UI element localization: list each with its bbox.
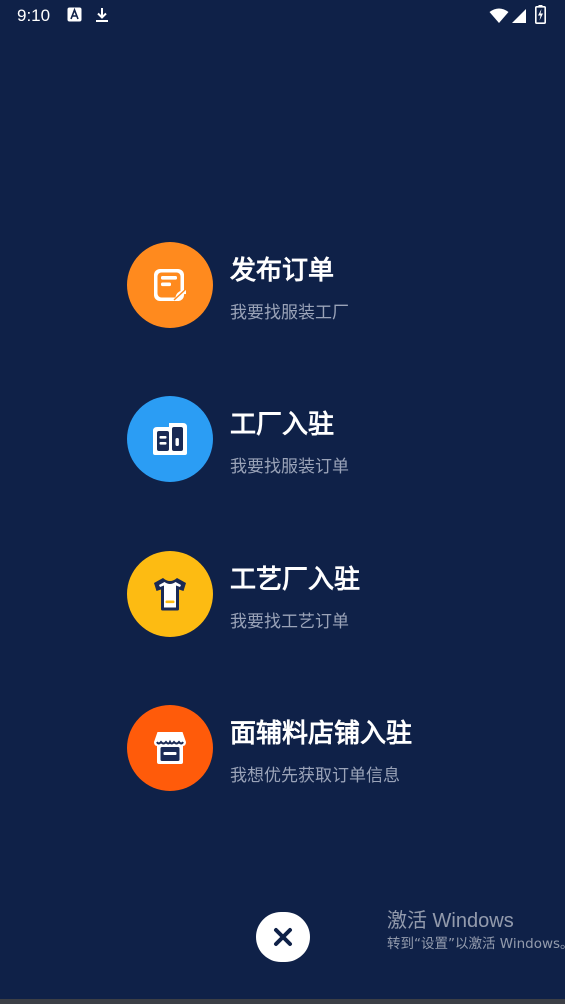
menu-item-craft-factory-join[interactable]: 工艺厂入驻 我要找工艺订单 bbox=[127, 551, 457, 639]
menu-item-fabric-store-join[interactable]: 面辅料店铺入驻 我想优先获取订单信息 bbox=[127, 705, 457, 793]
tshirt-icon bbox=[127, 551, 213, 637]
status-time: 9:10 bbox=[17, 6, 51, 25]
menu-item-title: 工厂入驻 bbox=[230, 410, 335, 440]
menu-item-factory-join[interactable]: 工厂入驻 我要找服装订单 bbox=[127, 396, 457, 484]
order-icon bbox=[127, 242, 213, 328]
menu-item-title: 工艺厂入驻 bbox=[230, 565, 361, 595]
a-notification-icon bbox=[67, 7, 82, 26]
menu-item-subtitle: 我要找服装订单 bbox=[230, 457, 349, 477]
menu-item-subtitle: 我要找工艺订单 bbox=[230, 612, 349, 632]
download-icon bbox=[94, 7, 110, 27]
status-bar: 9:10 bbox=[0, 0, 565, 32]
store-icon bbox=[127, 705, 213, 791]
activate-windows-hint: 转到“设置”以激活 Windows。 bbox=[387, 936, 565, 952]
battery-charging-icon bbox=[535, 5, 546, 28]
menu-item-title: 面辅料店铺入驻 bbox=[230, 719, 413, 749]
menu-item-title: 发布订单 bbox=[230, 256, 335, 286]
close-icon bbox=[274, 928, 292, 946]
menu-item-publish-order[interactable]: 发布订单 我要找服装工厂 bbox=[127, 242, 457, 330]
menu-item-subtitle: 我想优先获取订单信息 bbox=[230, 766, 400, 786]
factory-icon bbox=[127, 396, 213, 482]
wifi-icon bbox=[489, 8, 509, 28]
close-button[interactable] bbox=[256, 912, 310, 962]
menu-item-subtitle: 我要找服装工厂 bbox=[230, 303, 349, 323]
activate-windows-watermark: 激活 Windows bbox=[387, 910, 514, 932]
bottom-edge bbox=[0, 999, 565, 1004]
signal-icon bbox=[511, 8, 527, 28]
